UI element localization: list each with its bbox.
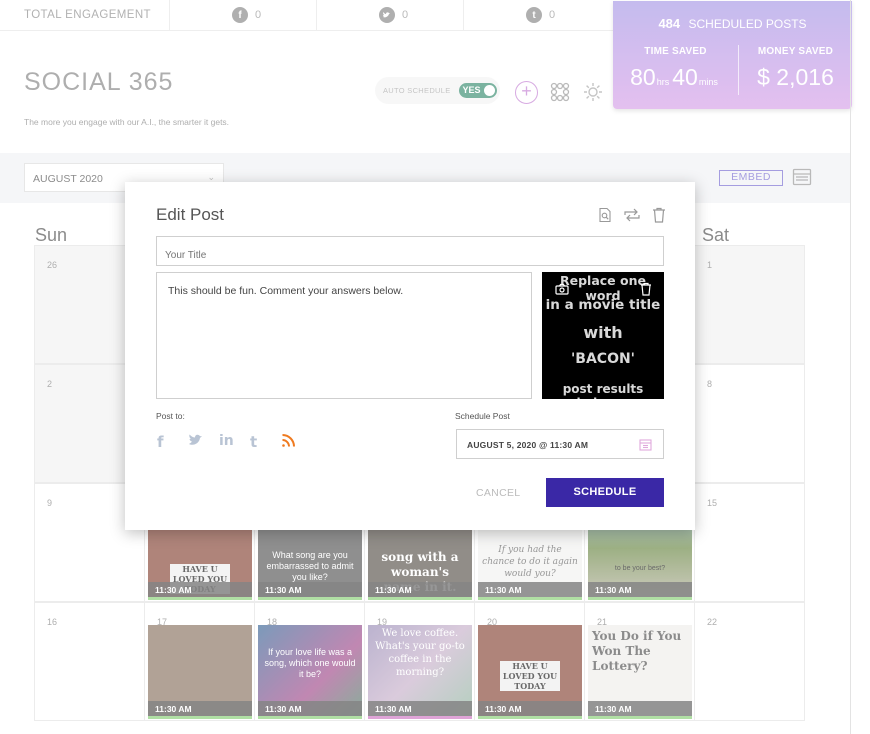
twitter-icon [379, 7, 395, 23]
facebook-icon[interactable]: f [157, 433, 188, 451]
edit-post-modal: Edit Post This should be fun. Comment yo… [125, 182, 695, 530]
schedule-datetime-input[interactable]: AUGUST 5, 2020 @ 11:30 AM [456, 429, 664, 459]
page-subtitle: The more you engage with our A.I., the s… [24, 117, 230, 127]
calendar-day[interactable]: 21 You Do if You Won The Lottery? 11:30 … [584, 602, 695, 721]
weekday-sun: Sun [35, 225, 68, 245]
calendar-day[interactable]: 19 We love coffee. What's your go-to cof… [364, 602, 475, 721]
post-body-textarea[interactable]: This should be fun. Comment your answers… [156, 272, 532, 399]
weekday-sat: Sat [702, 225, 730, 245]
network-settings-icon[interactable] [549, 81, 571, 103]
schedule-label: Schedule Post [455, 411, 510, 421]
trash-icon[interactable] [652, 207, 668, 223]
page-edge-divider [850, 0, 851, 734]
tumblr-icon: t [526, 7, 542, 23]
facebook-icon: f [232, 7, 248, 23]
post-thumbnail[interactable]: HAVE U LOVED YOU TODAY 11:30 AM [478, 625, 582, 719]
tumblr-icon[interactable]: t [250, 433, 281, 451]
modal-title: Edit Post [156, 205, 225, 224]
engagement-tumblr: t 0 [464, 0, 611, 30]
money-saved: MONEY SAVED $ 2,016 [739, 46, 852, 91]
engagement-twitter: 0 [317, 0, 464, 30]
savings-stats-card: 484 SCHEDULED POSTS TIME SAVED 80hrs 40mi… [613, 1, 852, 109]
calendar-day[interactable]: 22 [694, 602, 805, 721]
calendar-day[interactable]: 16 [34, 602, 145, 721]
month-select-value: AUGUST 2020 [33, 173, 103, 185]
page-title: SOCIAL 365 [24, 68, 174, 96]
auto-schedule-control: AUTO SCHEDULE YES [375, 77, 500, 104]
post-thumbnail[interactable]: We love coffee. What's your go-to coffee… [368, 625, 472, 719]
scheduled-posts-label: SCHEDULED POSTS [688, 17, 807, 31]
calendar-week: 16 17 11:30 AM 18 If your love life was … [34, 602, 813, 722]
engagement-bar: TOTAL ENGAGEMENT f 0 0 t 0 [0, 0, 613, 31]
money-saved-value: $ 2,016 [757, 64, 834, 90]
twitter-icon[interactable] [188, 433, 219, 451]
time-saved-label: TIME SAVED [644, 46, 707, 57]
preview-icon[interactable] [597, 207, 613, 223]
post-thumbnail[interactable]: If your love life was a song, which one … [258, 625, 362, 719]
post-thumbnail[interactable]: 11:30 AM [148, 625, 252, 719]
toggle-knob [483, 85, 495, 96]
calendar-view-icon[interactable] [792, 167, 812, 187]
tumblr-count: 0 [549, 9, 556, 21]
add-post-button[interactable]: + [515, 81, 538, 104]
calendar-day[interactable]: 17 11:30 AM [144, 602, 255, 721]
facebook-count: 0 [255, 9, 262, 21]
calendar-day[interactable]: 20 HAVE U LOVED YOU TODAY 11:30 AM [474, 602, 585, 721]
network-selector: f in t [157, 433, 312, 451]
time-saved-value: 80hrs 40mins [630, 64, 718, 90]
post-thumbnail[interactable]: You Do if You Won The Lottery? 11:30 AM [588, 625, 692, 719]
scheduled-posts-summary: 484 SCHEDULED POSTS [613, 16, 852, 31]
embed-button[interactable]: EMBED [719, 170, 783, 186]
money-saved-label: MONEY SAVED [757, 46, 834, 57]
auto-schedule-label: AUTO SCHEDULE [383, 86, 451, 95]
schedule-button[interactable]: SCHEDULE [546, 478, 664, 507]
engagement-facebook: f 0 [170, 0, 317, 30]
camera-icon[interactable] [555, 282, 569, 296]
calendar-day[interactable]: 15 [694, 483, 805, 602]
twitter-count: 0 [402, 9, 409, 21]
gear-icon[interactable] [582, 81, 604, 103]
rss-icon[interactable] [281, 433, 312, 451]
schedule-datetime-value: AUGUST 5, 2020 @ 11:30 AM [467, 440, 589, 450]
auto-schedule-toggle[interactable]: YES [458, 83, 497, 98]
cancel-button[interactable]: CANCEL [476, 487, 520, 499]
time-saved: TIME SAVED 80hrs 40mins [613, 46, 738, 91]
calendar-icon[interactable] [639, 438, 652, 451]
repost-icon[interactable] [623, 207, 640, 223]
post-to-label: Post to: [156, 411, 185, 421]
linkedin-icon[interactable]: in [219, 433, 250, 451]
calendar-day[interactable]: 8 [694, 364, 805, 483]
calendar-day[interactable]: 18 If your love life was a song, which o… [254, 602, 365, 721]
calendar-day[interactable]: 1 [694, 245, 805, 364]
toggle-value: YES [462, 85, 481, 95]
engagement-label: TOTAL ENGAGEMENT [0, 0, 170, 30]
post-image: Replace one word in a movie title with '… [542, 272, 664, 399]
post-title-input[interactable] [156, 236, 664, 266]
image-trash-icon[interactable] [639, 282, 653, 296]
scheduled-posts-count: 484 [658, 16, 681, 31]
